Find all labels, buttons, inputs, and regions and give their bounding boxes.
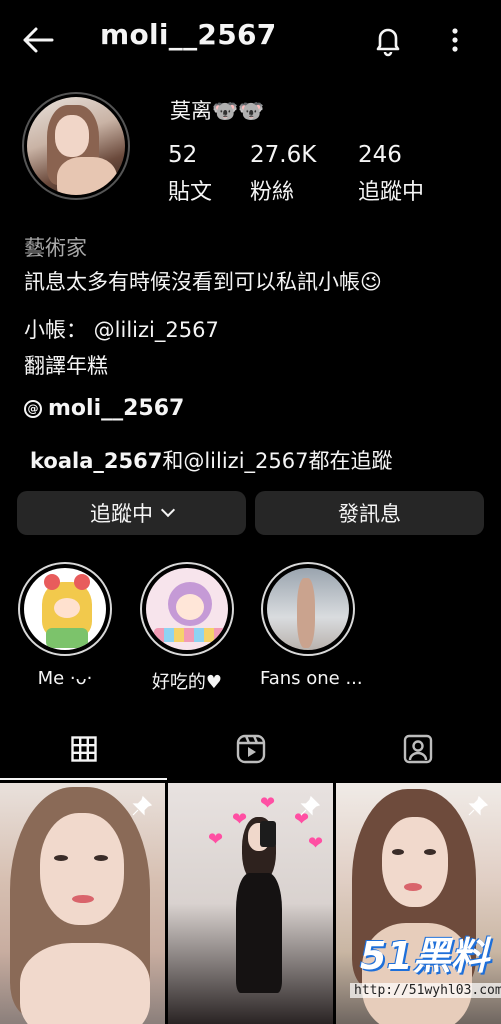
- followed-by[interactable]: koala_2567和@lilizi_2567都在追蹤: [30, 445, 392, 475]
- highlight-cover: [24, 568, 106, 650]
- tagged-icon: [403, 734, 432, 764]
- posts-label: 貼文: [168, 180, 213, 205]
- profile-avatar[interactable]: [22, 92, 130, 200]
- bell-icon[interactable]: [370, 22, 406, 58]
- story-highlight[interactable]: 好吃的♥: [139, 562, 235, 694]
- post-thumbnail[interactable]: ❤ ❤ ❤ ❤ ❤: [168, 783, 333, 1024]
- pin-icon: [468, 795, 489, 816]
- message-button[interactable]: 發訊息: [255, 491, 484, 535]
- message-button-label: 發訊息: [338, 502, 401, 526]
- following-button-label: 追蹤中: [90, 502, 153, 526]
- pin-icon: [300, 795, 321, 816]
- watermark-url: http://51wyhl03.com: [350, 983, 501, 998]
- followers-label: 粉絲: [250, 180, 295, 205]
- highlight-label: 好吃的♥: [151, 672, 223, 693]
- threads-icon: @: [24, 399, 42, 418]
- highlight-cover: [146, 568, 228, 650]
- tab-reels[interactable]: [167, 718, 334, 780]
- following-button[interactable]: 追蹤中: [17, 491, 246, 535]
- grid-icon: [70, 736, 97, 762]
- more-options-icon[interactable]: [440, 22, 470, 58]
- site-watermark: 51黑料 http://51wyhl03.com: [350, 925, 501, 1005]
- profile-stats: 52 貼文 27.6K 粉絲 246 追蹤中: [168, 142, 468, 214]
- followers-count: 27.6K: [250, 142, 317, 168]
- watermark-logo: 51黑料: [360, 934, 489, 978]
- profile-tabs: [0, 718, 501, 780]
- following-label: 追蹤中: [358, 180, 425, 205]
- posts-stat[interactable]: 52 貼文: [168, 142, 212, 206]
- threads-handle: moli__2567: [48, 396, 185, 421]
- story-highlight[interactable]: Fans one ...: [260, 562, 363, 689]
- profile-category: 藝術家: [24, 236, 87, 260]
- following-count: 246: [358, 142, 402, 168]
- top-bar: moli__2567: [0, 0, 501, 80]
- username-title: moli__2567: [100, 18, 277, 51]
- avatar-image: [27, 97, 125, 195]
- posts-count: 52: [168, 142, 198, 168]
- followed-by-user: koala_2567: [30, 449, 163, 473]
- tab-tagged[interactable]: [334, 718, 501, 780]
- post-thumbnail[interactable]: [0, 783, 165, 1024]
- highlight-ring: [261, 562, 355, 656]
- highlight-ring: [140, 562, 234, 656]
- highlight-cover: [267, 568, 349, 650]
- bio-line: 翻譯年糕: [24, 354, 108, 378]
- active-tab-indicator: [0, 778, 167, 780]
- chevron-down-icon: [160, 502, 176, 518]
- highlight-label: Fans one ...: [260, 668, 363, 689]
- tab-grid[interactable]: [0, 718, 167, 780]
- pin-icon: [132, 795, 153, 816]
- threads-link[interactable]: @ moli__2567: [24, 396, 184, 421]
- followers-stat[interactable]: 27.6K 粉絲: [250, 142, 316, 206]
- story-highlight[interactable]: Me ·ᴗ·: [17, 562, 113, 689]
- highlight-label: Me ·ᴗ·: [37, 668, 93, 689]
- bio-line: 訊息太多有時候沒看到可以私訊小帳😉: [24, 270, 382, 294]
- back-arrow-icon[interactable]: [20, 22, 56, 58]
- highlight-ring: [18, 562, 112, 656]
- following-stat[interactable]: 246 追蹤中: [358, 142, 424, 206]
- reels-icon: [236, 734, 265, 764]
- bio-line[interactable]: 小帳： @lilizi_2567: [24, 314, 219, 344]
- display-name: 莫离🐨🐨: [170, 99, 265, 123]
- followed-by-text: 和@lilizi_2567都在追蹤: [162, 449, 393, 473]
